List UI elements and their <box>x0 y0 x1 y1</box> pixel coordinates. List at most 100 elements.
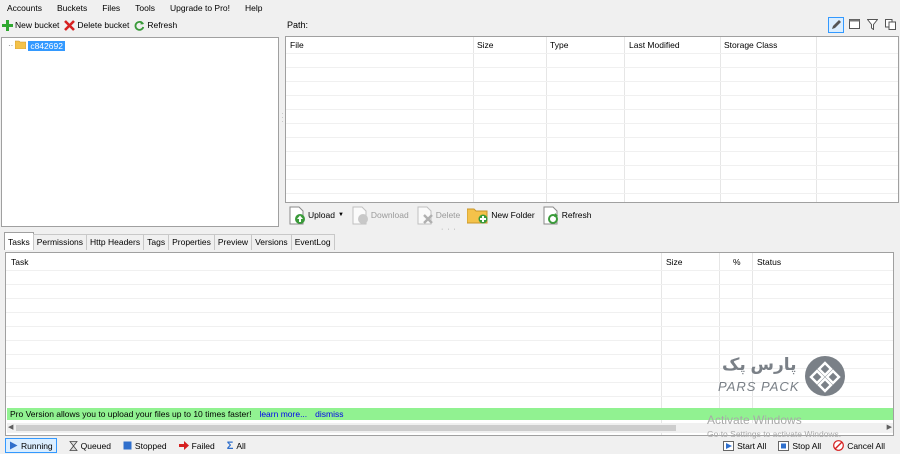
parspack-logo: پارس پک PARS PACK <box>716 355 846 399</box>
col-task[interactable]: Task <box>11 257 28 267</box>
activation-watermark: Activate Windows Go to Settings to activ… <box>707 413 841 439</box>
refresh-label: Refresh <box>147 20 178 30</box>
filter-queued-button[interactable]: Queued <box>68 441 111 451</box>
file-list-header: File Size Type Last Modified Storage Cla… <box>286 37 898 53</box>
stop-all-button[interactable]: Stop All <box>778 440 822 451</box>
green-refresh-icon <box>134 20 145 31</box>
col-size[interactable]: Size <box>477 40 494 50</box>
grid-line <box>286 151 898 152</box>
tab-permissions[interactable]: Permissions <box>32 234 88 250</box>
filter-failed-button[interactable]: Failed <box>178 440 215 451</box>
upload-button[interactable]: Upload ▼ <box>288 205 344 225</box>
path-label: Path: <box>287 20 309 30</box>
learn-more-link[interactable]: learn more... <box>259 409 307 419</box>
upload-icon <box>288 205 306 225</box>
bucket-pane: New bucket Delete bucket Refresh ·· c842… <box>0 15 280 227</box>
pencil-icon <box>831 19 842 32</box>
task-list[interactable]: Task Size % Status Pro Version allows yo… <box>5 252 894 436</box>
copy-icon <box>884 18 896 32</box>
col-status[interactable]: Status <box>757 257 781 267</box>
tab-properties[interactable]: Properties <box>168 234 215 250</box>
start-all-button[interactable]: Start All <box>723 440 767 451</box>
tab-versions[interactable]: Versions <box>251 234 292 250</box>
menu-help[interactable]: Help <box>245 3 262 13</box>
delete-bucket-button[interactable]: Delete bucket <box>64 19 130 31</box>
refresh-buckets-button[interactable]: Refresh <box>134 20 177 31</box>
view-mode-button[interactable] <box>846 17 862 33</box>
download-button[interactable]: Download <box>351 205 409 225</box>
running-label: Running <box>21 440 53 451</box>
col-file[interactable]: File <box>290 40 304 50</box>
delete-label: Delete <box>435 210 461 220</box>
cancel-all-button[interactable]: Cancel All <box>833 440 885 451</box>
filter-stopped-button[interactable]: Stopped <box>123 441 167 451</box>
refresh-page-icon <box>542 205 560 225</box>
red-x-icon <box>64 19 76 31</box>
grid-line <box>286 137 898 138</box>
col-last-modified[interactable]: Last Modified <box>629 40 680 50</box>
filter-button[interactable] <box>864 17 880 33</box>
tab-preview[interactable]: Preview <box>213 234 253 250</box>
folder-icon <box>15 40 27 51</box>
menu-accounts[interactable]: Accounts <box>7 3 42 13</box>
red-arrow-icon <box>178 441 189 450</box>
start-all-label: Start All <box>737 440 767 451</box>
filter-all-button[interactable]: Σ All <box>227 440 246 452</box>
horizontal-splitter[interactable]: · · · <box>441 226 457 233</box>
grid-line <box>286 179 898 180</box>
grid-line <box>6 340 893 341</box>
stopped-label: Stopped <box>134 440 167 451</box>
all-label: All <box>236 440 246 451</box>
tab-http-headers[interactable]: Http Headers <box>86 234 145 250</box>
new-folder-button[interactable]: New Folder <box>467 206 535 224</box>
menu-upgrade[interactable]: Upgrade to Pro! <box>170 3 230 13</box>
dismiss-link[interactable]: dismiss <box>315 409 343 419</box>
delete-file-button[interactable]: Delete <box>416 205 461 225</box>
menu-bar: Accounts Buckets Files Tools Upgrade to … <box>0 0 900 15</box>
scroll-left-icon[interactable]: ◀ <box>8 423 13 431</box>
grid-line <box>6 284 893 285</box>
stop-all-label: Stop All <box>792 440 822 451</box>
grid-line <box>286 165 898 166</box>
menu-tools[interactable]: Tools <box>135 3 155 13</box>
grid-line <box>6 312 893 313</box>
column-divider <box>816 37 817 202</box>
tree-node-bucket[interactable]: ·· c842692 <box>8 40 65 51</box>
logo-english-text: PARS PACK <box>718 379 800 394</box>
menu-buckets[interactable]: Buckets <box>57 3 87 13</box>
new-folder-label: New Folder <box>491 210 535 220</box>
grid-line <box>286 123 898 124</box>
grid-line <box>286 95 898 96</box>
new-bucket-button[interactable]: New bucket <box>2 19 60 31</box>
tab-tasks[interactable]: Tasks <box>4 232 34 250</box>
new-bucket-label: New bucket <box>15 20 60 30</box>
col-storage-class[interactable]: Storage Class <box>724 40 777 50</box>
col-percent[interactable]: % <box>733 257 741 267</box>
grid-line <box>286 81 898 82</box>
menu-files[interactable]: Files <box>102 3 120 13</box>
failed-label: Failed <box>191 440 215 451</box>
tab-tags[interactable]: Tags <box>143 234 170 250</box>
edit-path-button[interactable] <box>828 17 844 33</box>
bucket-toolbar: New bucket Delete bucket Refresh <box>0 15 280 35</box>
col-task-size[interactable]: Size <box>666 257 683 267</box>
grid-line <box>286 193 898 194</box>
refresh-files-button[interactable]: Refresh <box>542 205 592 225</box>
file-list[interactable]: File Size Type Last Modified Storage Cla… <box>285 36 899 203</box>
stop-icon <box>123 441 132 450</box>
bucket-name: c842692 <box>28 40 65 51</box>
grid-line <box>286 53 898 54</box>
tab-eventlog[interactable]: EventLog <box>290 234 335 250</box>
copy-button[interactable] <box>882 17 898 33</box>
grid-line <box>6 270 893 271</box>
delete-bucket-label: Delete bucket <box>77 20 130 30</box>
tree-expander[interactable]: ·· <box>8 41 13 50</box>
scroll-right-icon[interactable]: ▶ <box>887 423 892 431</box>
filter-running-button[interactable]: Running <box>5 438 57 453</box>
dropdown-arrow-icon[interactable]: ▼ <box>338 212 344 218</box>
download-icon <box>351 205 369 225</box>
cancel-all-icon <box>833 440 845 451</box>
scroll-thumb[interactable] <box>16 425 676 431</box>
col-type[interactable]: Type <box>550 40 568 50</box>
grid-line <box>286 109 898 110</box>
